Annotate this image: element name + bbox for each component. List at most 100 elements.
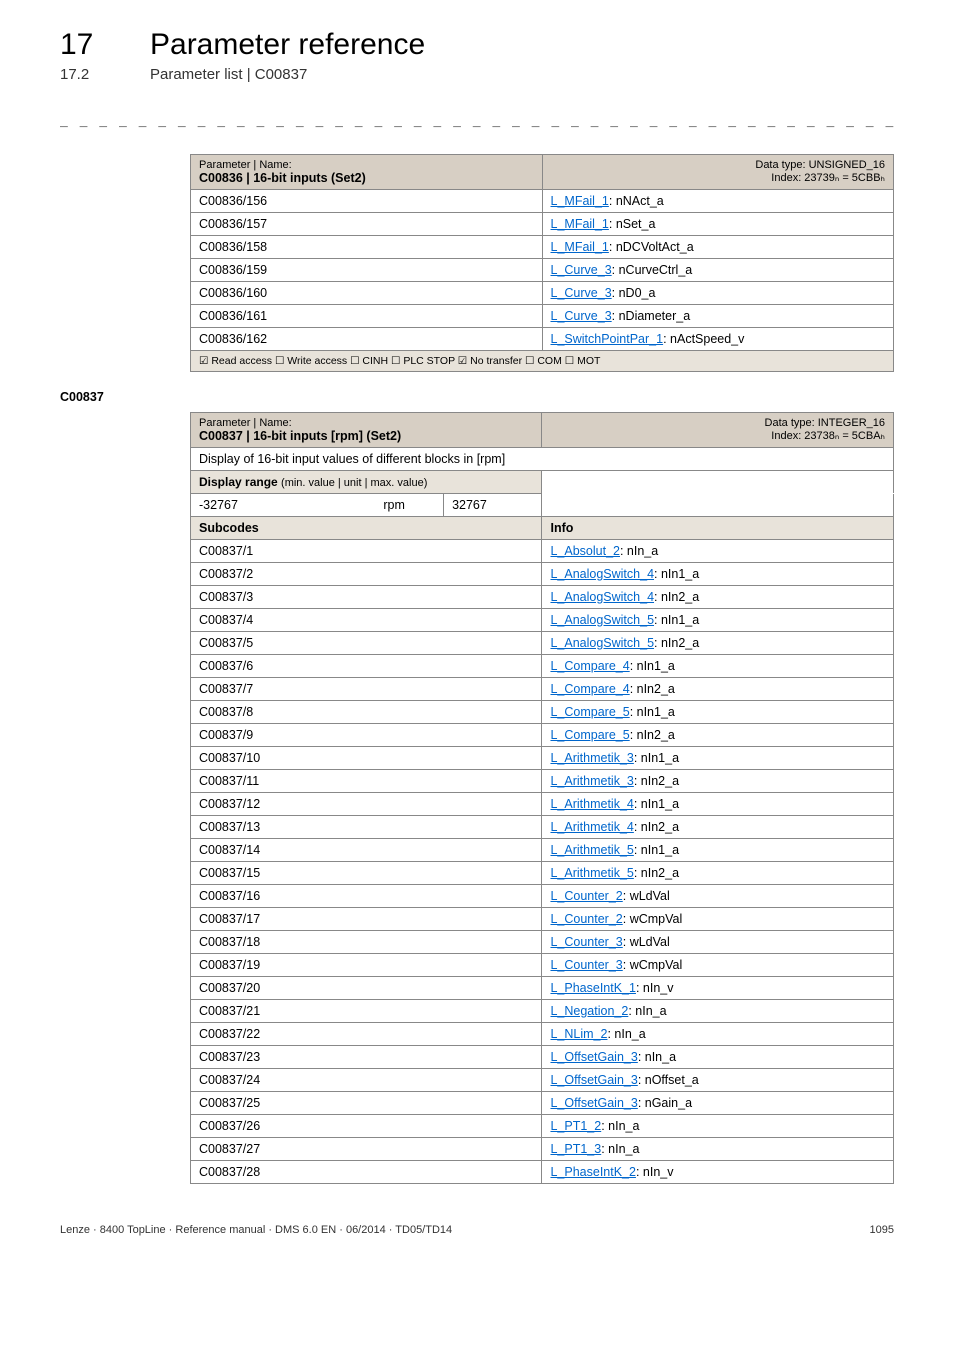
param-link[interactable]: L_Curve_3 bbox=[551, 286, 612, 300]
range-min: -32767 bbox=[191, 494, 346, 517]
table-row: C00837/9L_Compare_5: nIn2_a bbox=[191, 724, 894, 747]
footer-page-number: 1095 bbox=[870, 1224, 894, 1236]
section-number: 17.2 bbox=[60, 66, 150, 83]
param-link[interactable]: L_Counter_3 bbox=[550, 958, 622, 972]
table-row: C00837/6L_Compare_4: nIn1_a bbox=[191, 655, 894, 678]
table-row: C00837/28L_PhaseIntK_2: nIn_v bbox=[191, 1161, 894, 1184]
param-link[interactable]: L_Compare_4 bbox=[550, 659, 629, 673]
param-link[interactable]: L_PT1_3 bbox=[550, 1142, 601, 1156]
param-link[interactable]: L_OffsetGain_3 bbox=[550, 1096, 637, 1110]
param-info: L_PhaseIntK_2: nIn_v bbox=[542, 1161, 894, 1184]
table-row: C00837/8L_Compare_5: nIn1_a bbox=[191, 701, 894, 724]
table-row: C00836/160L_Curve_3: nD0_a bbox=[191, 282, 894, 305]
table-row: C00836/157L_MFail_1: nSet_a bbox=[191, 213, 894, 236]
param-link[interactable]: L_MFail_1 bbox=[551, 194, 609, 208]
subcode: C00836/162 bbox=[191, 328, 543, 351]
subcode: C00837/22 bbox=[191, 1023, 542, 1046]
chapter-number: 17 bbox=[60, 28, 150, 62]
subcode: C00836/159 bbox=[191, 259, 543, 282]
param-link[interactable]: L_Arithmetik_5 bbox=[550, 843, 633, 857]
subcode: C00837/4 bbox=[191, 609, 542, 632]
param-link[interactable]: L_Absolut_2 bbox=[550, 544, 620, 558]
subcode: C00837/7 bbox=[191, 678, 542, 701]
param-code: C00837 | 16-bit inputs [rpm] (Set2) bbox=[199, 429, 401, 443]
param-link[interactable]: L_Arithmetik_5 bbox=[550, 866, 633, 880]
param-link[interactable]: L_PhaseIntK_1 bbox=[550, 981, 636, 995]
subcode: C00837/20 bbox=[191, 977, 542, 1000]
param-link[interactable]: L_Arithmetik_4 bbox=[550, 820, 633, 834]
subcodes-header: Subcodes bbox=[191, 517, 542, 540]
table-row: C00837/27L_PT1_3: nIn_a bbox=[191, 1138, 894, 1161]
param-link[interactable]: L_Arithmetik_3 bbox=[550, 751, 633, 765]
table-row: C00837/25L_OffsetGain_3: nGain_a bbox=[191, 1092, 894, 1115]
param-link[interactable]: L_AnalogSwitch_4 bbox=[550, 590, 654, 604]
param-link[interactable]: L_PhaseIntK_2 bbox=[550, 1165, 636, 1179]
table-row: C00837/13L_Arithmetik_4: nIn2_a bbox=[191, 816, 894, 839]
param-link[interactable]: L_Counter_2 bbox=[550, 889, 622, 903]
param-link[interactable]: L_OffsetGain_3 bbox=[550, 1050, 637, 1064]
param-info: L_Counter_3: wCmpVal bbox=[542, 954, 894, 977]
param-info: L_MFail_1: nNAct_a bbox=[542, 190, 894, 213]
access-flags: ☑ Read access ☐ Write access ☐ CINH ☐ PL… bbox=[191, 351, 894, 372]
table-row: C00837/20L_PhaseIntK_1: nIn_v bbox=[191, 977, 894, 1000]
param-info: L_Counter_3: wLdVal bbox=[542, 931, 894, 954]
param-link[interactable]: L_Negation_2 bbox=[550, 1004, 628, 1018]
param-link[interactable]: L_AnalogSwitch_5 bbox=[550, 636, 654, 650]
table-row: C00837/4L_AnalogSwitch_5: nIn1_a bbox=[191, 609, 894, 632]
param-info: L_MFail_1: nSet_a bbox=[542, 213, 894, 236]
table-row: C00837/23L_OffsetGain_3: nIn_a bbox=[191, 1046, 894, 1069]
subcode: C00837/23 bbox=[191, 1046, 542, 1069]
param-info: L_MFail_1: nDCVoltAct_a bbox=[542, 236, 894, 259]
table-row: C00837/10L_Arithmetik_3: nIn1_a bbox=[191, 747, 894, 770]
subcode: C00837/8 bbox=[191, 701, 542, 724]
subcode: C00837/25 bbox=[191, 1092, 542, 1115]
param-info: L_AnalogSwitch_4: nIn1_a bbox=[542, 563, 894, 586]
param-link[interactable]: L_AnalogSwitch_5 bbox=[550, 613, 654, 627]
table-row: C00836/162L_SwitchPointPar_1: nActSpeed_… bbox=[191, 328, 894, 351]
param-link[interactable]: L_MFail_1 bbox=[551, 217, 609, 231]
param-link[interactable]: L_Counter_3 bbox=[550, 935, 622, 949]
param-link[interactable]: L_Compare_5 bbox=[550, 728, 629, 742]
param-info: L_OffsetGain_3: nOffset_a bbox=[542, 1069, 894, 1092]
param-link[interactable]: L_Curve_3 bbox=[551, 263, 612, 277]
param-link[interactable]: L_Counter_2 bbox=[550, 912, 622, 926]
subcode: C00837/26 bbox=[191, 1115, 542, 1138]
index: Index: 23738ₙ = 5CBAₕ bbox=[771, 430, 885, 442]
param-link[interactable]: L_Compare_5 bbox=[550, 705, 629, 719]
param-link[interactable]: L_Arithmetik_4 bbox=[550, 797, 633, 811]
subcode: C00837/9 bbox=[191, 724, 542, 747]
table-row: C00837/24L_OffsetGain_3: nOffset_a bbox=[191, 1069, 894, 1092]
param-info: L_Curve_3: nCurveCtrl_a bbox=[542, 259, 894, 282]
param-info: L_Counter_2: wCmpVal bbox=[542, 908, 894, 931]
subcode: C00837/6 bbox=[191, 655, 542, 678]
param-link[interactable]: L_Arithmetik_3 bbox=[550, 774, 633, 788]
subcode: C00837/1 bbox=[191, 540, 542, 563]
param-link[interactable]: L_SwitchPointPar_1 bbox=[551, 332, 664, 346]
param-link[interactable]: L_MFail_1 bbox=[551, 240, 609, 254]
param-info: L_OffsetGain_3: nGain_a bbox=[542, 1092, 894, 1115]
subcode: C00837/2 bbox=[191, 563, 542, 586]
param-code: C00836 | 16-bit inputs (Set2) bbox=[199, 171, 366, 185]
param-table-c00837: Parameter | Name: C00837 | 16-bit inputs… bbox=[190, 412, 894, 1184]
param-info: L_Compare_5: nIn2_a bbox=[542, 724, 894, 747]
param-info: L_AnalogSwitch_5: nIn1_a bbox=[542, 609, 894, 632]
table-row: C00837/16L_Counter_2: wLdVal bbox=[191, 885, 894, 908]
param-link[interactable]: L_AnalogSwitch_4 bbox=[550, 567, 654, 581]
table-row: C00837/11L_Arithmetik_3: nIn2_a bbox=[191, 770, 894, 793]
param-info: L_Arithmetik_3: nIn2_a bbox=[542, 770, 894, 793]
param-link[interactable]: L_PT1_2 bbox=[550, 1119, 601, 1133]
subcode: C00837/13 bbox=[191, 816, 542, 839]
param-link[interactable]: L_Compare_4 bbox=[550, 682, 629, 696]
table-row: C00837/21L_Negation_2: nIn_a bbox=[191, 1000, 894, 1023]
table-row: C00837/17L_Counter_2: wCmpVal bbox=[191, 908, 894, 931]
param-info: L_Arithmetik_4: nIn2_a bbox=[542, 816, 894, 839]
index: Index: 23739ₙ = 5CBBₕ bbox=[771, 172, 885, 184]
range-label: Display range bbox=[199, 475, 281, 489]
param-info: L_PT1_2: nIn_a bbox=[542, 1115, 894, 1138]
param-link[interactable]: L_NLim_2 bbox=[550, 1027, 607, 1041]
datatype: Data type: INTEGER_16 bbox=[765, 417, 885, 429]
table-row: C00837/3L_AnalogSwitch_4: nIn2_a bbox=[191, 586, 894, 609]
table-row: C00837/15L_Arithmetik_5: nIn2_a bbox=[191, 862, 894, 885]
param-link[interactable]: L_OffsetGain_3 bbox=[550, 1073, 637, 1087]
param-link[interactable]: L_Curve_3 bbox=[551, 309, 612, 323]
